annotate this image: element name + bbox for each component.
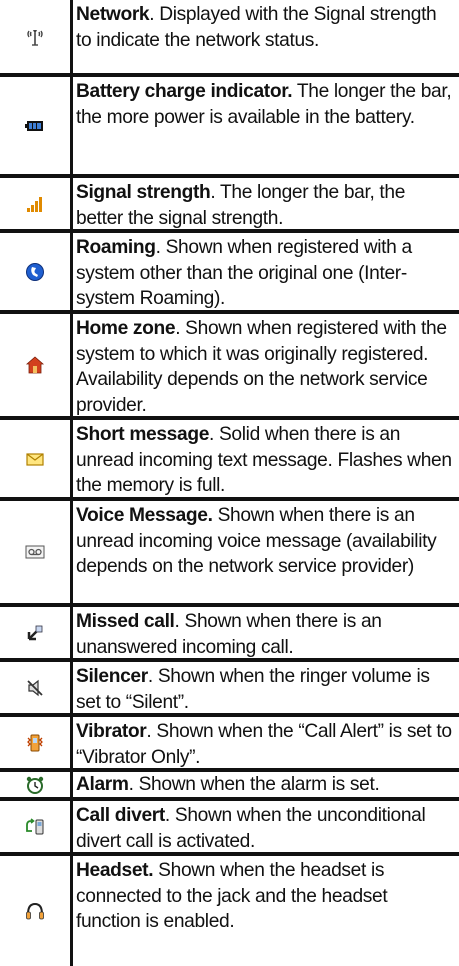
icon-cell bbox=[0, 233, 73, 310]
message-envelope-icon bbox=[26, 452, 44, 466]
row-description: Home zone. Shown when registered with th… bbox=[73, 314, 459, 416]
row-description: Headset. Shown when the headset is conne… bbox=[73, 856, 459, 966]
home-zone-icon bbox=[25, 356, 45, 374]
term-label: Call divert bbox=[76, 805, 165, 826]
icon-cell bbox=[0, 772, 73, 797]
table-row-roaming: Roaming. Shown when registered with a sy… bbox=[0, 233, 459, 314]
table-row-home-zone: Home zone. Shown when registered with th… bbox=[0, 314, 459, 420]
icon-cell bbox=[0, 717, 73, 768]
term-label: Missed call bbox=[76, 611, 175, 632]
icon-cell bbox=[0, 607, 73, 658]
icon-cell bbox=[0, 0, 73, 73]
term-label: Headset. bbox=[76, 860, 154, 881]
term-label: Short message bbox=[76, 424, 210, 445]
row-description: Call divert. Shown when the unconditiona… bbox=[73, 801, 459, 852]
table-row-battery: Battery charge indicator. The longer the… bbox=[0, 77, 459, 178]
roaming-icon bbox=[26, 262, 44, 281]
table-row-alarm: Alarm. Shown when the alarm is set. bbox=[0, 772, 459, 801]
term-label: Voice Message. bbox=[76, 505, 213, 526]
icon-cell bbox=[0, 77, 73, 174]
row-description: Roaming. Shown when registered with a sy… bbox=[73, 233, 459, 310]
signal-strength-icon bbox=[27, 196, 42, 212]
network-antenna-icon bbox=[27, 29, 43, 46]
term-separator: . bbox=[164, 805, 175, 826]
term-label: Network bbox=[76, 4, 150, 25]
term-label: Home zone bbox=[76, 318, 176, 339]
missed-call-icon bbox=[27, 625, 43, 640]
term-separator: . bbox=[210, 182, 221, 203]
call-divert-icon bbox=[26, 817, 44, 834]
table-row-network: Network. Displayed with the Signal stren… bbox=[0, 0, 459, 77]
row-description: Network. Displayed with the Signal stren… bbox=[73, 0, 459, 73]
term-separator: . bbox=[146, 721, 157, 742]
term-separator: . bbox=[175, 318, 186, 339]
icon-cell bbox=[0, 420, 73, 497]
vibrator-icon bbox=[27, 734, 43, 751]
table-row-silencer: Silencer. Shown when the ringer volume i… bbox=[0, 662, 459, 717]
term-label: Silencer bbox=[76, 666, 148, 687]
term-label: Battery charge indicator. bbox=[76, 81, 293, 102]
row-description: Missed call. Shown when there is an unan… bbox=[73, 607, 459, 658]
icon-cell bbox=[0, 314, 73, 416]
row-description: Battery charge indicator. The longer the… bbox=[73, 77, 459, 174]
table-row-call-divert: Call divert. Shown when the unconditiona… bbox=[0, 801, 459, 856]
table-row-headset: Headset. Shown when the headset is conne… bbox=[0, 856, 459, 966]
term-label: Signal strength bbox=[76, 182, 211, 203]
voicemail-icon bbox=[25, 545, 45, 559]
row-description: Signal strength. The longer the bar, the… bbox=[73, 178, 459, 229]
table-row-vibrator: Vibrator. Shown when the “Call Alert” is… bbox=[0, 717, 459, 772]
icon-cell bbox=[0, 501, 73, 603]
table-row-missed-call: Missed call. Shown when there is an unan… bbox=[0, 607, 459, 662]
row-description: Alarm. Shown when the alarm is set. bbox=[73, 772, 459, 797]
headset-icon bbox=[26, 902, 44, 920]
table-row-voice-message: Voice Message. Shown when there is an un… bbox=[0, 501, 459, 607]
row-description: Silencer. Shown when the ringer volume i… bbox=[73, 662, 459, 713]
description-text: Shown when the alarm is set. bbox=[138, 774, 380, 795]
term-separator: . bbox=[155, 237, 166, 258]
term-separator: . bbox=[149, 4, 160, 25]
icon-cell bbox=[0, 662, 73, 713]
row-description: Voice Message. Shown when there is an un… bbox=[73, 501, 459, 603]
term-separator: . bbox=[147, 666, 158, 687]
term-label: Vibrator bbox=[76, 721, 147, 742]
status-icons-table: Network. Displayed with the Signal stren… bbox=[0, 0, 459, 966]
term-label: Roaming bbox=[76, 237, 156, 258]
alarm-clock-icon bbox=[26, 776, 44, 794]
icon-cell bbox=[0, 801, 73, 852]
row-description: Short message. Solid when there is an un… bbox=[73, 420, 459, 497]
term-separator: . bbox=[209, 424, 219, 445]
row-description: Vibrator. Shown when the “Call Alert” is… bbox=[73, 717, 459, 768]
silencer-icon bbox=[27, 679, 43, 696]
battery-icon bbox=[25, 120, 43, 131]
table-row-signal-strength: Signal strength. The longer the bar, the… bbox=[0, 178, 459, 233]
icon-cell bbox=[0, 178, 73, 229]
term-label: Alarm bbox=[76, 774, 129, 795]
term-separator: . bbox=[128, 774, 139, 795]
icon-cell bbox=[0, 856, 73, 966]
table-row-short-message: Short message. Solid when there is an un… bbox=[0, 420, 459, 501]
term-separator: . bbox=[174, 611, 185, 632]
